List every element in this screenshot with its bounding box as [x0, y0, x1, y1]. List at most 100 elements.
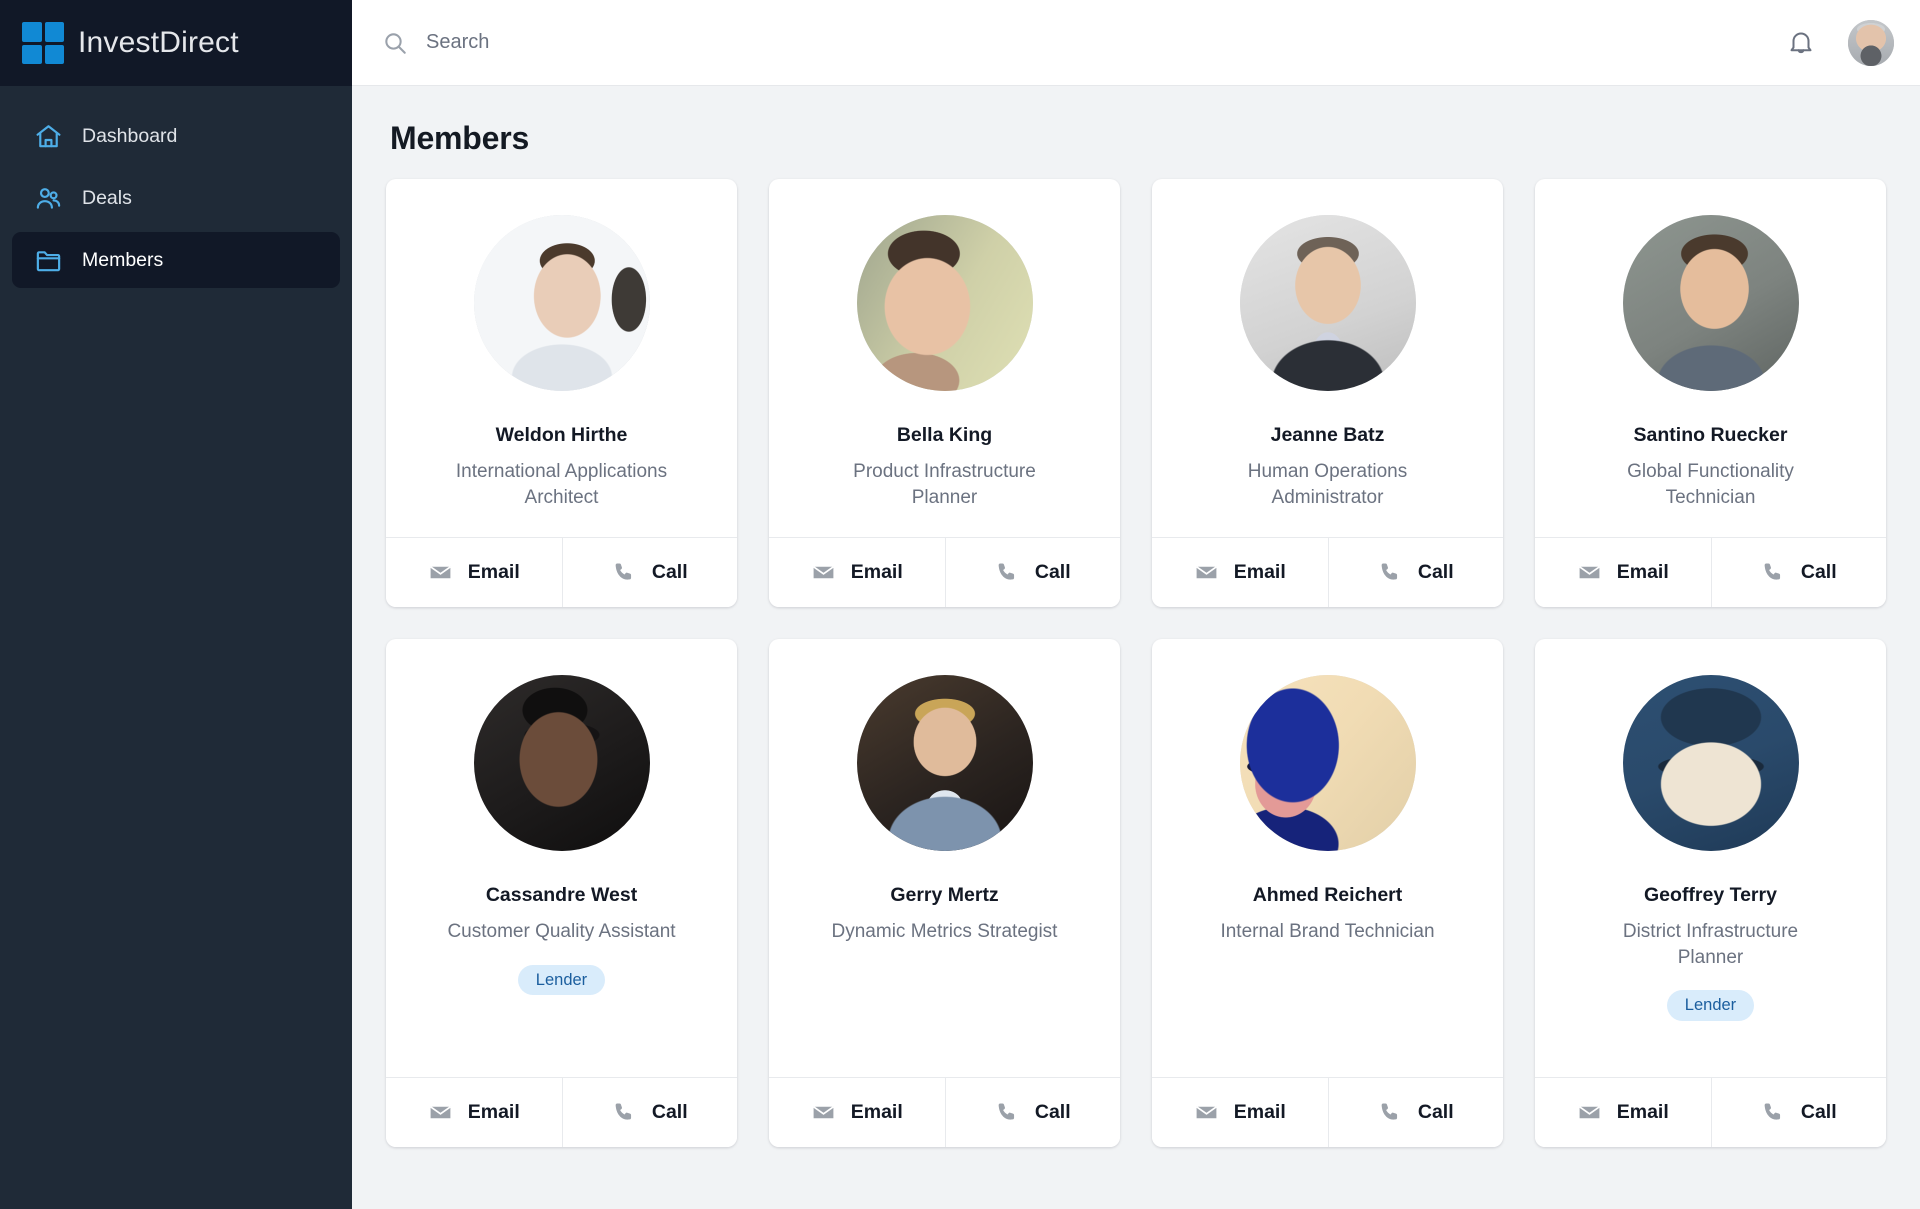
phone-icon — [1378, 1100, 1403, 1125]
email-button[interactable]: Email — [1535, 537, 1711, 607]
call-button[interactable]: Call — [561, 1077, 737, 1147]
member-card[interactable]: Geoffrey Terry District Infrastructure P… — [1535, 638, 1886, 1147]
four-squares-logo-icon — [22, 22, 64, 64]
email-button[interactable]: Email — [386, 1077, 562, 1147]
member-card[interactable]: Weldon Hirthe International Applications… — [386, 179, 737, 607]
member-name: Bella King — [896, 424, 993, 446]
phone-icon — [995, 1100, 1020, 1125]
member-name: Ahmed Reichert — [1252, 883, 1403, 906]
member-role: Human Operations Administrator — [1247, 461, 1408, 508]
sidebar: InvestDirect Dashboard Deals Members — [0, 0, 352, 1209]
member-role: International Applications Architect — [455, 461, 668, 508]
email-button[interactable]: Email — [1152, 1077, 1328, 1147]
member-card[interactable]: Jeanne Batz Human Operations Administrat… — [1152, 179, 1503, 607]
member-card-actions: Email Call — [1535, 1076, 1886, 1147]
call-label: Call — [1034, 560, 1071, 583]
call-label: Call — [1034, 1100, 1071, 1123]
users-icon — [34, 184, 63, 213]
email-button[interactable]: Email — [769, 537, 945, 607]
member-photo — [473, 674, 650, 851]
phone-icon — [995, 560, 1020, 585]
main-area: Members Weldon Hirthe International Appl… — [352, 0, 1920, 1209]
sidebar-item-deals[interactable]: Deals — [12, 170, 340, 226]
envelope-icon — [1577, 560, 1602, 585]
phone-icon — [612, 560, 637, 585]
email-label: Email — [1616, 1100, 1669, 1123]
member-role: Product Infrastructure Planner — [853, 461, 1036, 508]
call-button[interactable]: Call — [1327, 537, 1503, 607]
email-button[interactable]: Email — [1152, 537, 1328, 607]
call-button[interactable]: Call — [1710, 537, 1886, 607]
members-grid: Weldon Hirthe International Applications… — [386, 179, 1886, 1147]
member-card-body: Geoffrey Terry District Infrastructure P… — [1535, 639, 1886, 1077]
member-card[interactable]: Bella King Product Infrastructure Planne… — [769, 179, 1120, 607]
call-button[interactable]: Call — [944, 537, 1120, 607]
member-photo — [1239, 674, 1416, 851]
call-button[interactable]: Call — [561, 537, 737, 607]
status-badge: Lender — [1666, 990, 1755, 1021]
member-name: Weldon Hirthe — [495, 424, 628, 446]
member-role: Global Functionality Technician — [1627, 461, 1794, 508]
envelope-icon — [1194, 560, 1219, 585]
bell-icon[interactable] — [1784, 26, 1818, 60]
member-card[interactable]: Cassandre West Customer Quality Assistan… — [386, 638, 737, 1147]
member-photo — [1622, 674, 1799, 851]
app-root: InvestDirect Dashboard Deals Members Sea… — [0, 0, 1920, 1209]
phone-icon — [1761, 560, 1786, 585]
avatar[interactable] — [1848, 19, 1894, 66]
member-card[interactable]: Gerry Mertz Dynamic Metrics Strategist E… — [769, 638, 1120, 1147]
member-role: Dynamic Metrics Strategist — [831, 920, 1058, 942]
member-photo — [856, 215, 1033, 391]
call-button[interactable]: Call — [944, 1077, 1120, 1147]
member-card-actions: Email Call — [1152, 1076, 1503, 1147]
member-card-actions: Email Call — [386, 1076, 737, 1147]
call-button[interactable]: Call — [1710, 1077, 1886, 1147]
member-card[interactable]: Ahmed Reichert Internal Brand Technician… — [1152, 638, 1503, 1147]
phone-icon — [1378, 560, 1403, 585]
member-card-actions: Email Call — [1152, 536, 1503, 607]
sidebar-item-members[interactable]: Members — [12, 232, 340, 288]
envelope-icon — [1194, 1100, 1219, 1125]
brand[interactable]: InvestDirect — [0, 0, 352, 86]
envelope-icon — [428, 560, 453, 585]
call-label: Call — [1800, 1100, 1837, 1123]
email-label: Email — [1616, 560, 1669, 583]
member-name: Gerry Mertz — [890, 883, 999, 906]
call-button[interactable]: Call — [1327, 1077, 1503, 1147]
member-card[interactable]: Santino Ruecker Global Functionality Tec… — [1535, 179, 1886, 607]
phone-icon — [612, 1100, 637, 1125]
member-card-body: Weldon Hirthe International Applications… — [386, 179, 737, 537]
member-card-body: Gerry Mertz Dynamic Metrics Strategist — [769, 639, 1120, 1077]
member-photo — [1622, 215, 1799, 391]
member-card-body: Ahmed Reichert Internal Brand Technician — [1152, 639, 1503, 1077]
member-role: Internal Brand Technician — [1220, 920, 1435, 942]
email-label: Email — [850, 560, 903, 583]
member-photo — [856, 674, 1033, 851]
member-role: District Infrastructure Planner — [1622, 920, 1799, 968]
email-label: Email — [1233, 1100, 1286, 1123]
sidebar-item-dashboard[interactable]: Dashboard — [12, 108, 340, 164]
email-label: Email — [467, 1100, 520, 1123]
member-photo — [1239, 215, 1416, 391]
sidebar-item-label: Members — [82, 248, 164, 271]
email-button[interactable]: Email — [386, 537, 562, 607]
search-input[interactable] — [426, 31, 946, 54]
sidebar-nav: Dashboard Deals Members — [0, 86, 352, 288]
avatar-image — [1848, 19, 1894, 66]
email-label: Email — [850, 1100, 903, 1123]
page-content: Members Weldon Hirthe International Appl… — [352, 86, 1920, 1209]
member-card-actions: Email Call — [769, 1076, 1120, 1147]
member-card-actions: Email Call — [386, 536, 737, 607]
brand-name: InvestDirect — [78, 26, 239, 59]
page-title: Members — [390, 120, 530, 156]
call-label: Call — [651, 560, 688, 583]
email-button[interactable]: Email — [769, 1077, 945, 1147]
call-label: Call — [1800, 560, 1837, 583]
email-button[interactable]: Email — [1535, 1077, 1711, 1147]
sidebar-item-label: Deals — [82, 186, 132, 209]
email-label: Email — [1233, 560, 1286, 583]
search-area — [382, 30, 1784, 56]
member-card-body: Jeanne Batz Human Operations Administrat… — [1152, 179, 1503, 537]
envelope-icon — [428, 1100, 453, 1125]
member-name: Santino Ruecker — [1633, 424, 1788, 446]
